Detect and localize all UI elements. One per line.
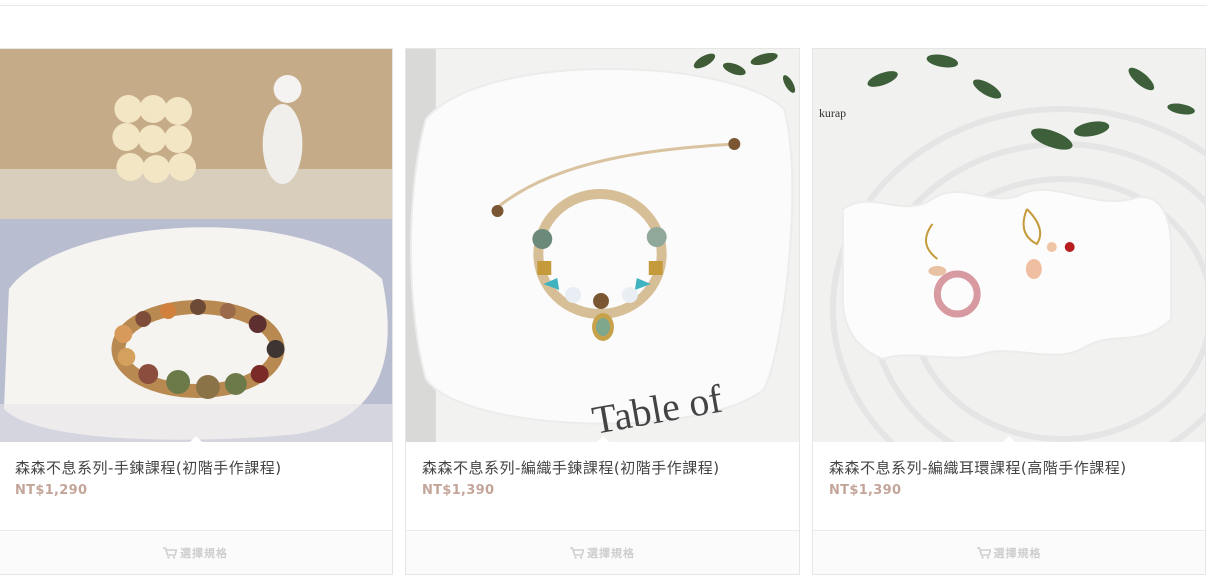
product-price: NT$1,390 xyxy=(422,483,495,498)
image-caret xyxy=(595,436,610,442)
top-divider xyxy=(0,5,1207,6)
select-spec-button[interactable]: 選擇規格 xyxy=(406,530,799,574)
woven-bracelet-photo: Table of xyxy=(406,49,799,442)
product-title[interactable]: 森森不息系列-手鍊課程(初階手作課程) xyxy=(15,457,282,478)
image-caret xyxy=(1002,436,1016,442)
product-card[interactable]: kurap 森森不息系列-編織耳環課程(高階手作課程) NT$1,390 選擇規… xyxy=(812,48,1206,575)
select-spec-label: 選擇規格 xyxy=(993,546,1042,560)
cart-icon xyxy=(163,546,177,559)
product-price: NT$1,390 xyxy=(829,483,902,498)
cart-icon xyxy=(570,546,584,559)
photo-caption-text: kurap xyxy=(819,106,846,120)
select-spec-label: 選擇規格 xyxy=(180,546,228,560)
image-caret xyxy=(188,436,203,442)
select-spec-label: 選擇規格 xyxy=(587,546,635,560)
product-grid: 森森不息系列-手鍊課程(初階手作課程) NT$1,290 選擇規格 Table … xyxy=(0,48,1207,576)
earring-photo: kurap xyxy=(813,49,1205,442)
product-image[interactable] xyxy=(0,49,392,442)
product-title[interactable]: 森森不息系列-編織耳環課程(高階手作課程) xyxy=(829,457,1127,478)
bracelet-photo xyxy=(0,49,392,442)
product-price: NT$1,290 xyxy=(15,483,88,498)
product-card[interactable]: Table of 森森不息系列-編織手鍊課程(初階手作課程) NT$1,390 … xyxy=(405,48,800,575)
select-spec-button[interactable]: 選擇規格 xyxy=(0,530,392,574)
product-card[interactable]: 森森不息系列-手鍊課程(初階手作課程) NT$1,290 選擇規格 xyxy=(0,48,393,575)
product-image[interactable]: kurap xyxy=(813,49,1205,442)
product-title[interactable]: 森森不息系列-編織手鍊課程(初階手作課程) xyxy=(422,457,720,478)
product-image[interactable]: Table of xyxy=(406,49,799,442)
select-spec-button[interactable]: 選擇規格 xyxy=(813,530,1205,574)
cart-icon xyxy=(976,546,991,559)
